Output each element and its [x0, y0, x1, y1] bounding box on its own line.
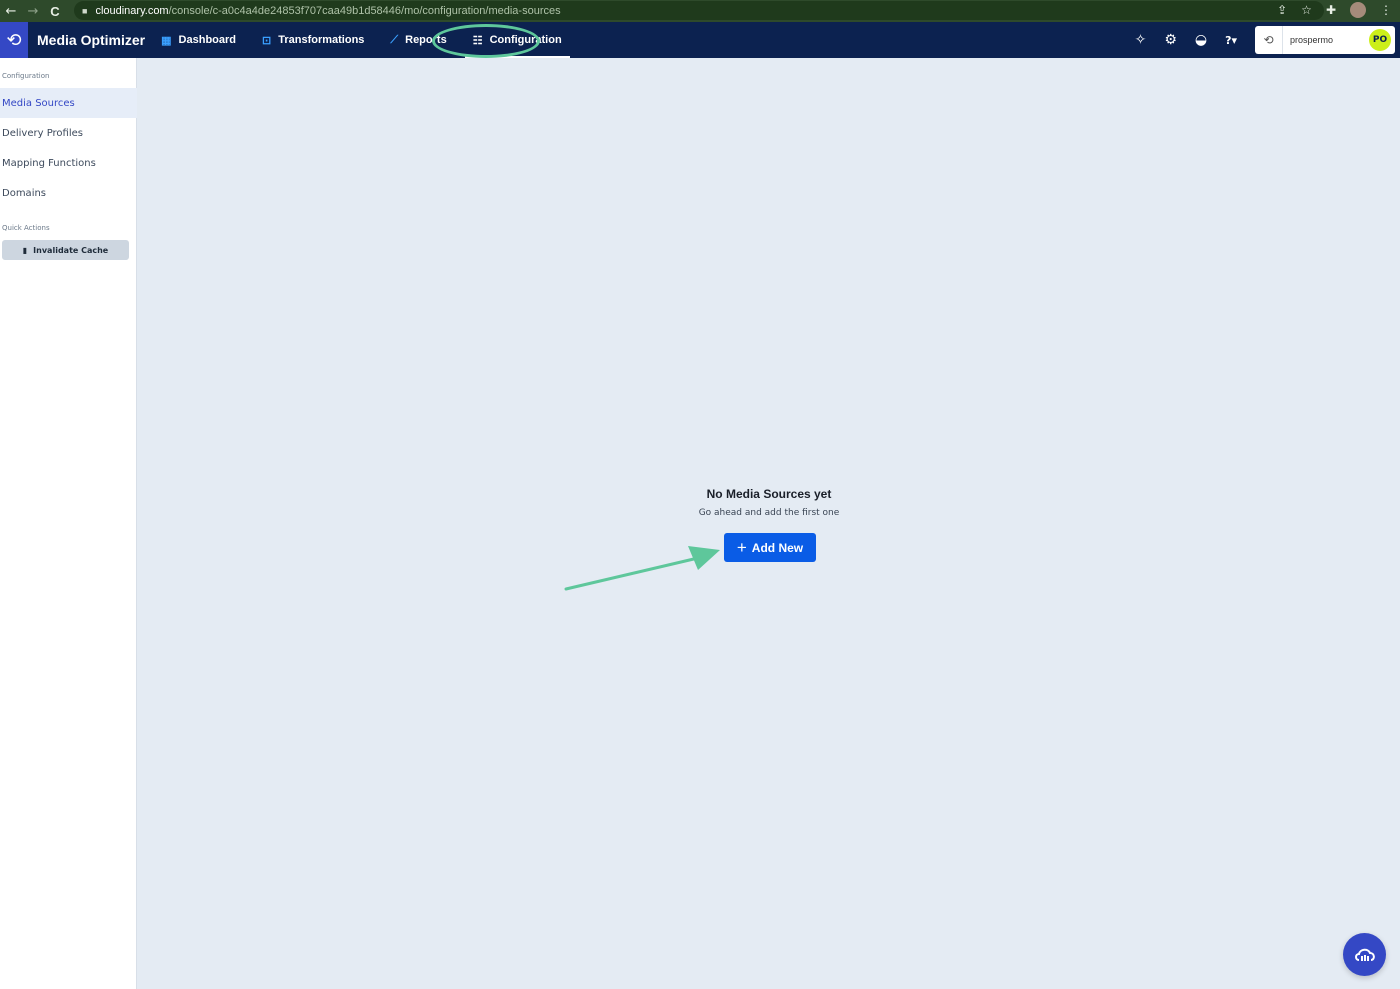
transformations-icon: ⊡ — [262, 34, 272, 47]
invalidate-cache-button[interactable]: ▮ Invalidate Cache — [2, 240, 129, 260]
url-path: /console/c-a0c4a4de24853f707caa49b1d5844… — [168, 4, 561, 17]
profile-avatar[interactable] — [1350, 2, 1366, 18]
dashboard-icon: ▦ — [161, 34, 172, 47]
share-icon[interactable]: ⇪ — [1277, 3, 1287, 17]
settings-gear-icon[interactable]: ⚙ — [1164, 32, 1177, 48]
user-avatar[interactable]: PO — [1369, 29, 1391, 51]
sidebar-item-mapping-functions[interactable]: Mapping Functions — [0, 148, 137, 178]
url-domain: cloudinary.com — [95, 4, 169, 17]
top-navigation: ⟲ Media Optimizer ▦ Dashboard ⊡ Transfor… — [0, 22, 1400, 58]
account-cloud-icon: ⟲ — [1255, 26, 1283, 54]
extensions-icon[interactable]: ✚ — [1326, 3, 1336, 17]
sidebar: Configuration Media Sources Delivery Pro… — [0, 58, 137, 989]
help-icon[interactable]: ?▾ — [1225, 34, 1237, 47]
add-new-label: Add New — [751, 540, 804, 555]
main-content: No Media Sources yet Go ahead and add th… — [138, 58, 1400, 989]
forward-button[interactable]: → — [22, 4, 44, 19]
bookmark-star-icon[interactable]: ☆ — [1301, 3, 1312, 17]
account-name: prospermo — [1290, 35, 1334, 45]
academy-icon[interactable]: ◒ — [1195, 32, 1207, 48]
arrow-annotation — [564, 546, 720, 591]
add-new-button[interactable]: + Add New — [724, 533, 816, 562]
lock-icon: ■ — [82, 5, 88, 16]
quick-actions-label: Quick Actions — [2, 224, 50, 232]
nav-reports-label: Reports — [405, 34, 447, 46]
reports-chart-icon: ⟋ — [390, 33, 399, 46]
address-bar[interactable]: ■ cloudinary.com/console/c-a0c4a4de24853… — [74, 1, 1324, 20]
app-title: Media Optimizer — [37, 32, 146, 48]
invalidate-cache-label: Invalidate Cache — [33, 245, 109, 255]
lightbulb-icon[interactable]: ✧ — [1135, 32, 1147, 48]
trash-icon: ▮ — [22, 245, 28, 255]
nav-dashboard-label: Dashboard — [178, 34, 237, 46]
nav-dashboard[interactable]: ▦ Dashboard — [161, 22, 236, 58]
sidebar-item-delivery-profiles[interactable]: Delivery Profiles — [0, 118, 137, 148]
nav-configuration[interactable]: ☷ Configuration — [464, 22, 570, 58]
reload-button[interactable]: C — [44, 4, 66, 19]
browser-menu-icon[interactable]: ⋮ — [1380, 3, 1392, 17]
empty-state-title: No Media Sources yet — [706, 487, 832, 501]
sliders-icon: ☷ — [472, 34, 483, 47]
sidebar-section-label: Configuration — [2, 72, 50, 80]
nav-reports[interactable]: ⟋ Reports — [390, 22, 446, 58]
plus-icon: + — [736, 538, 747, 557]
sidebar-item-domains[interactable]: Domains — [0, 178, 137, 208]
account-switcher[interactable]: ⟲ prospermo PO — [1255, 26, 1395, 54]
cloudinary-logo-icon[interactable]: ⟲ — [0, 22, 28, 58]
nav-transformations-label: Transformations — [278, 34, 365, 46]
nav-configuration-label: Configuration — [489, 34, 562, 46]
back-button[interactable]: ← — [0, 4, 22, 19]
cloud-icon — [1354, 948, 1375, 961]
cloudinary-assistant-button[interactable] — [1343, 933, 1386, 976]
sidebar-item-media-sources[interactable]: Media Sources — [0, 88, 137, 118]
nav-transformations[interactable]: ⊡ Transformations — [262, 22, 364, 58]
browser-toolbar: ← → C ■ cloudinary.com/console/c-a0c4a4d… — [0, 0, 1400, 22]
empty-state-subtitle: Go ahead and add the first one — [698, 508, 840, 518]
